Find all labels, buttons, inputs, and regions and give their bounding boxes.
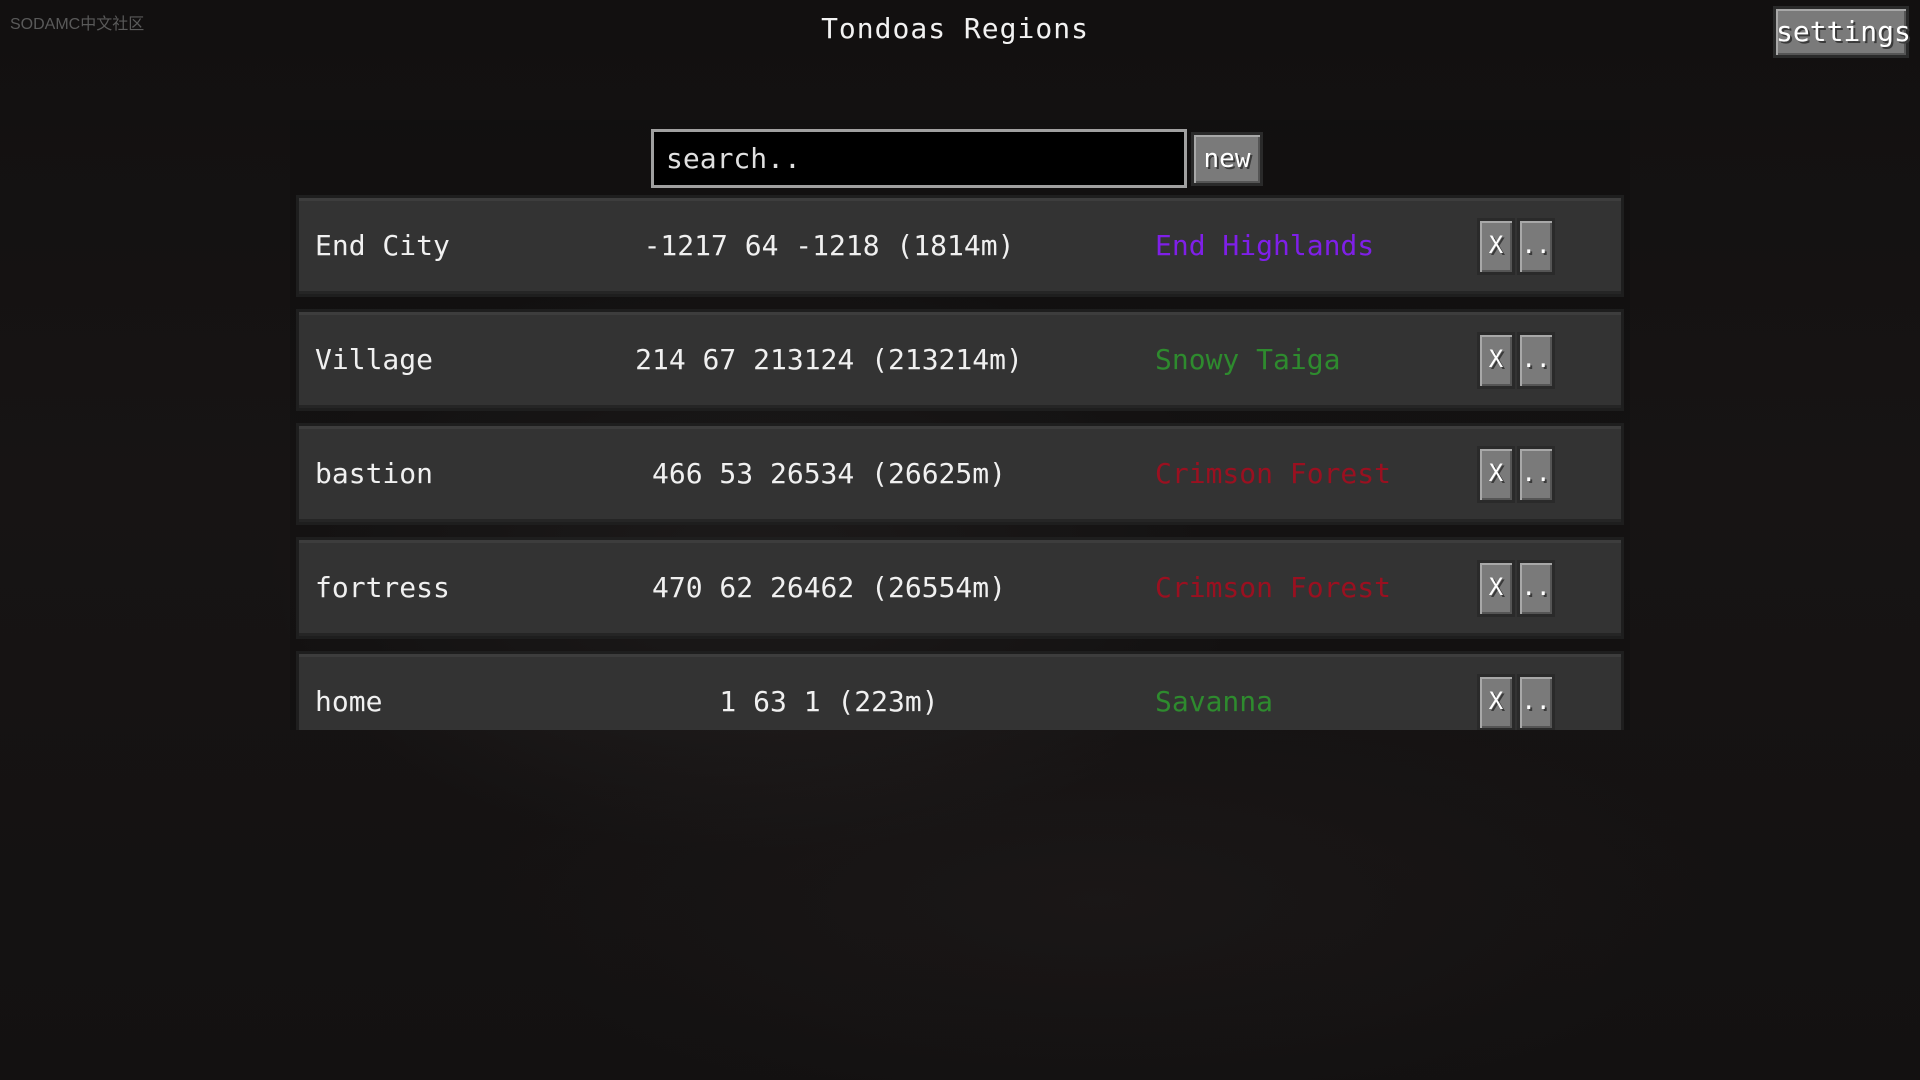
- settings-button[interactable]: settings: [1773, 6, 1911, 58]
- region-options-button[interactable]: ..: [1517, 332, 1555, 389]
- new-region-button[interactable]: new: [1191, 132, 1263, 186]
- region-row[interactable]: Village 214 67 213124 (213214m) Snowy Ta…: [296, 309, 1624, 411]
- delete-region-button[interactable]: X: [1477, 332, 1515, 389]
- region-coords: 1 63 1 (223m): [719, 685, 939, 718]
- region-biome: Crimson Forest: [1155, 457, 1392, 490]
- region-options-button[interactable]: ..: [1517, 560, 1555, 617]
- search-input[interactable]: [651, 129, 1187, 188]
- region-coords: 470 62 26462 (26554m): [651, 571, 1006, 604]
- region-row[interactable]: bastion 466 53 26534 (26625m) Crimson Fo…: [296, 423, 1624, 525]
- region-name: End City: [315, 229, 450, 262]
- region-row[interactable]: End City -1217 64 -1218 (1814m) End High…: [296, 195, 1624, 297]
- region-biome: Savanna: [1155, 685, 1274, 718]
- region-biome: Crimson Forest: [1155, 571, 1392, 604]
- delete-region-button[interactable]: X: [1477, 560, 1515, 617]
- region-name: home: [315, 685, 383, 718]
- region-coords: 466 53 26534 (26625m): [651, 457, 1006, 490]
- region-biome: Snowy Taiga: [1155, 343, 1341, 376]
- region-row[interactable]: home 1 63 1 (223m) Savanna X ..: [296, 651, 1624, 730]
- region-list[interactable]: End City -1217 64 -1218 (1814m) End High…: [296, 195, 1624, 730]
- region-name: Village: [315, 343, 434, 376]
- page-title: Tondoas Regions: [821, 12, 1089, 45]
- delete-region-button[interactable]: X: [1477, 218, 1515, 275]
- region-coords: -1217 64 -1218 (1814m): [643, 229, 1015, 262]
- region-name: fortress: [315, 571, 450, 604]
- delete-region-button[interactable]: X: [1477, 674, 1515, 730]
- region-name: bastion: [315, 457, 434, 490]
- region-coords: 214 67 213124 (213214m): [635, 343, 1023, 376]
- region-biome: End Highlands: [1155, 229, 1375, 262]
- region-row[interactable]: fortress 470 62 26462 (26554m) Crimson F…: [296, 537, 1624, 639]
- delete-region-button[interactable]: X: [1477, 446, 1515, 503]
- region-options-button[interactable]: ..: [1517, 674, 1555, 730]
- region-options-button[interactable]: ..: [1517, 218, 1555, 275]
- region-options-button[interactable]: ..: [1517, 446, 1555, 503]
